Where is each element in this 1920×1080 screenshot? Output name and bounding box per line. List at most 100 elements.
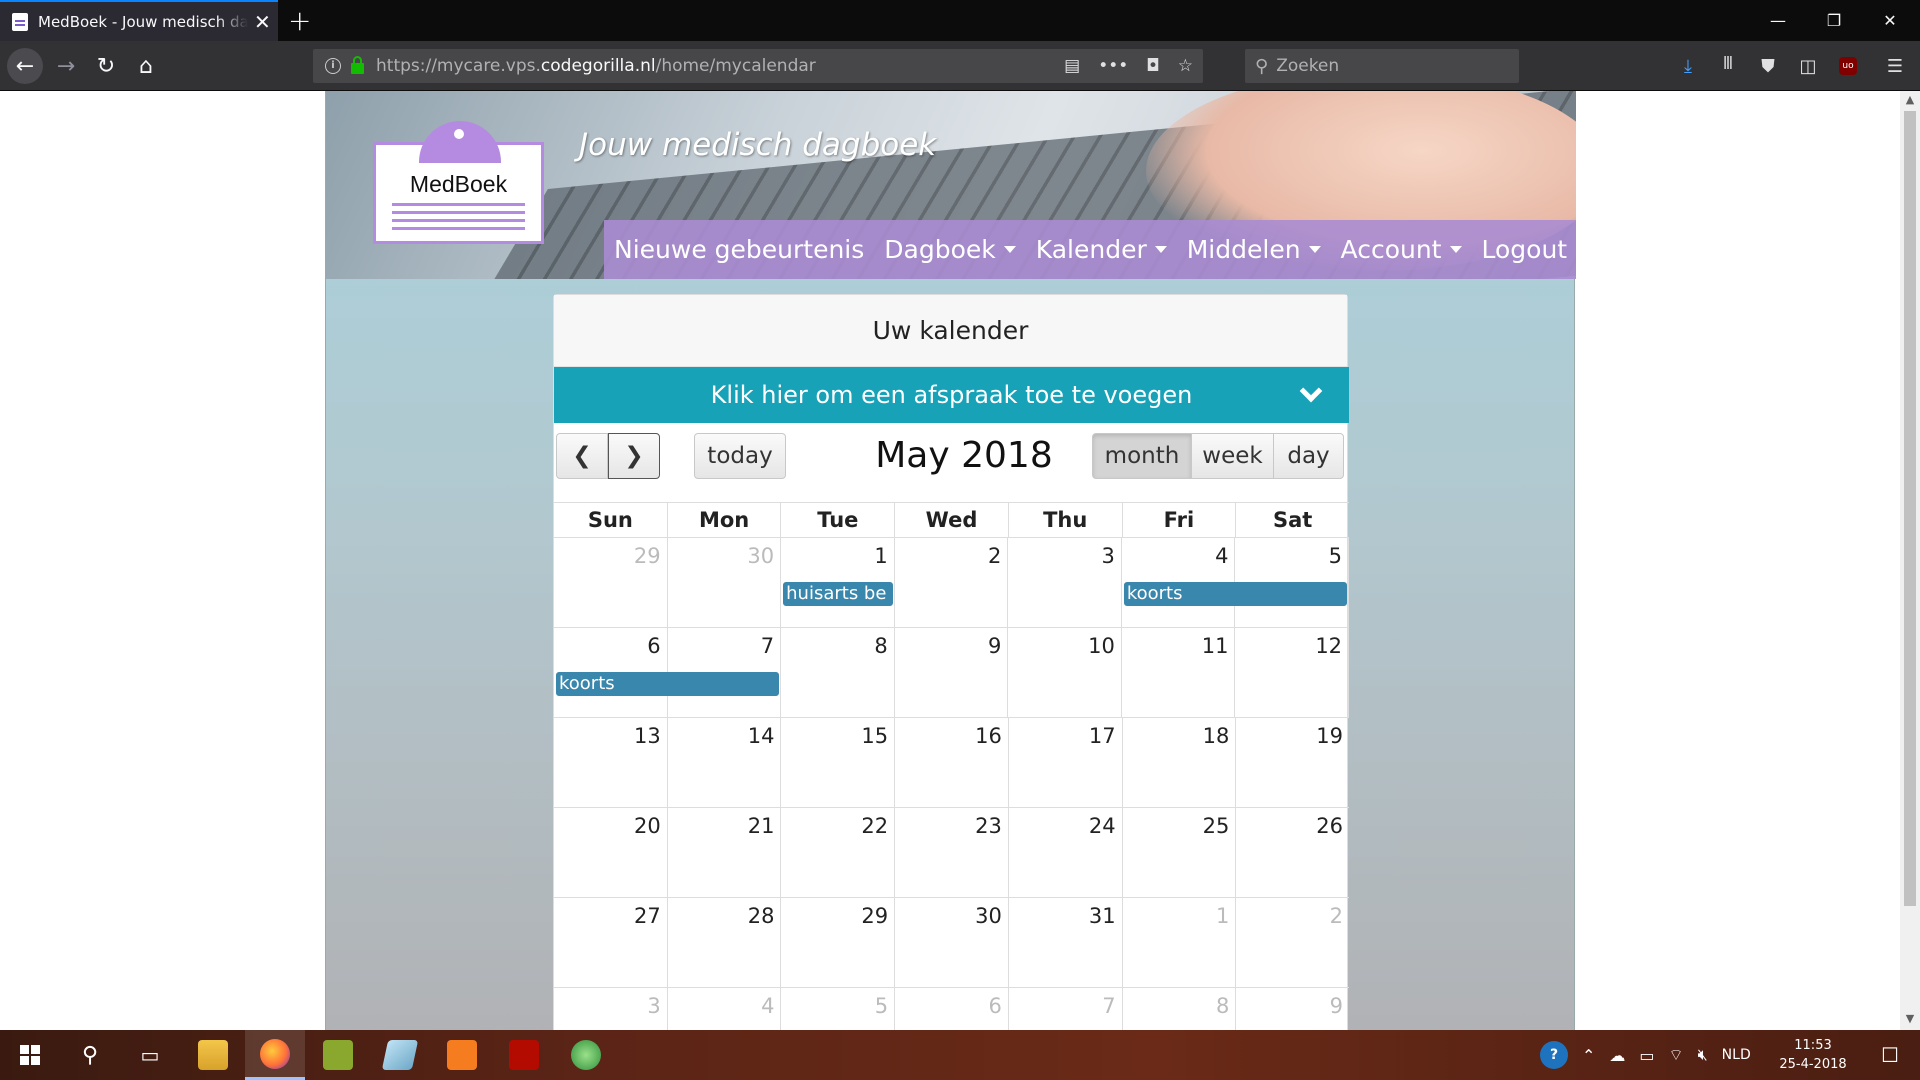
calendar-day-cell[interactable]: 1 — [1123, 898, 1237, 987]
calendar-day-cell[interactable]: 26 — [1236, 808, 1349, 897]
calendar-day-cell[interactable]: 6 — [895, 988, 1009, 1030]
calendar-day-cell[interactable]: 23 — [895, 808, 1009, 897]
search-taskbar-icon[interactable]: ⚲ — [60, 1030, 120, 1080]
restore-icon[interactable]: ❐ — [1804, 0, 1864, 41]
notepad-plus-icon[interactable] — [308, 1030, 368, 1080]
nav-logout[interactable]: Logout — [1482, 235, 1568, 264]
calendar-day-cell[interactable]: 21 — [668, 808, 782, 897]
start-button[interactable] — [0, 1030, 60, 1080]
menu-icon[interactable]: ☰ — [1880, 51, 1910, 81]
window-close-icon[interactable]: ✕ — [1860, 0, 1920, 41]
url-bar[interactable]: i https://mycare.vps.codegorilla.nl/home… — [313, 49, 1203, 83]
calendar-event[interactable]: koorts — [556, 672, 780, 696]
nav-account[interactable]: Account — [1341, 235, 1462, 264]
calendar-day-cell[interactable]: 9 — [1236, 988, 1349, 1030]
add-appointment-toggle[interactable]: Klik hier om een afspraak toe te voegen — [554, 367, 1349, 423]
search-input[interactable] — [1276, 56, 1497, 76]
task-view-icon[interactable]: ▭ — [120, 1030, 180, 1080]
calendar-event[interactable]: huisarts be — [783, 582, 893, 606]
next-month-button[interactable]: ❯ — [608, 433, 660, 479]
calendar-day-cell[interactable]: 2 — [895, 538, 1009, 627]
app-globe-icon[interactable] — [556, 1030, 616, 1080]
calendar-day-cell[interactable]: 9 — [895, 628, 1009, 717]
back-icon[interactable]: ← — [7, 48, 43, 84]
minimize-icon[interactable]: — — [1748, 0, 1808, 41]
url-text[interactable]: https://mycare.vps.codegorilla.nl/home/m… — [376, 56, 816, 76]
calendar-day-cell[interactable]: 15 — [781, 718, 896, 807]
search-bar[interactable]: ⚲ — [1245, 49, 1519, 83]
site-info-icon[interactable]: i — [325, 58, 341, 74]
calendar-day-cell[interactable]: 17 — [1009, 718, 1123, 807]
help-icon[interactable]: ? — [1540, 1041, 1568, 1069]
page-actions-icon[interactable]: ••• — [1098, 56, 1128, 76]
calendar-day-cell[interactable]: 13 — [554, 718, 668, 807]
calendar-day-cell[interactable]: 29 — [554, 538, 668, 627]
cloud-icon[interactable]: ☁ — [1609, 1046, 1625, 1065]
calendar-day-cell[interactable]: 19 — [1236, 718, 1349, 807]
calendar-day-cell[interactable]: 22 — [781, 808, 896, 897]
download-icon[interactable]: ⤓ — [1673, 51, 1703, 81]
calendar-day-cell[interactable]: 30 — [895, 898, 1009, 987]
file-explorer-icon[interactable] — [183, 1030, 243, 1080]
notifications-icon[interactable]: ☐ — [1860, 1030, 1920, 1080]
calendar-event[interactable]: koorts — [1123, 582, 1347, 606]
page-scrollbar[interactable]: ▲ ▼ — [1900, 91, 1920, 1030]
ublock-icon[interactable]: uo — [1833, 51, 1863, 81]
calendar-day-cell[interactable]: 11 — [1122, 628, 1236, 717]
sidebar-icon[interactable]: ◫ — [1793, 51, 1823, 81]
calendar-day-cell[interactable]: 28 — [668, 898, 782, 987]
calendar-day-cell[interactable]: 3 — [554, 988, 668, 1030]
volume-muted-icon[interactable]: 🔇︎ — [1698, 1045, 1708, 1065]
shield-icon[interactable]: ⛊ — [1753, 51, 1783, 81]
calendar-day-cell[interactable]: 7 — [1009, 988, 1123, 1030]
new-tab-icon[interactable]: + — [288, 4, 311, 37]
battery-icon[interactable]: ▭ — [1639, 1046, 1654, 1065]
reload-icon[interactable]: ↻ — [88, 48, 124, 84]
wifi-icon[interactable]: ⌔ — [1669, 1045, 1684, 1065]
month-view-button[interactable]: month — [1092, 433, 1192, 479]
prev-month-button[interactable]: ❮ — [556, 433, 608, 479]
library-icon[interactable]: 𝍫 — [1713, 51, 1743, 81]
calendar-day-cell[interactable]: 8 — [781, 628, 895, 717]
today-button[interactable]: today — [694, 433, 786, 479]
week-view-button[interactable]: week — [1191, 433, 1274, 479]
calendar-day-cell[interactable]: 31 — [1009, 898, 1123, 987]
reader-view-icon[interactable]: ▤ — [1064, 56, 1080, 76]
scroll-down-icon[interactable]: ▼ — [1900, 1012, 1920, 1028]
bookmark-star-icon[interactable]: ☆ — [1178, 56, 1193, 76]
calendar-day-cell[interactable]: 14 — [668, 718, 782, 807]
nav-dagboek[interactable]: Dagboek — [884, 235, 1016, 264]
browser-tab[interactable]: MedBoek - Jouw medisch dagboek ✕ — [0, 0, 278, 41]
calendar-day-cell[interactable]: 2 — [1236, 898, 1349, 987]
system-clock[interactable]: 11:53 25-4-2018 — [1773, 1036, 1853, 1074]
calendar-day-cell[interactable]: 4 — [668, 988, 782, 1030]
scroll-thumb[interactable] — [1904, 111, 1916, 906]
calendar-day-cell[interactable]: 12 — [1235, 628, 1350, 717]
calendar-day-cell[interactable]: 18 — [1123, 718, 1237, 807]
language-indicator[interactable]: NLD — [1722, 1047, 1751, 1063]
day-view-button[interactable]: day — [1273, 433, 1344, 479]
close-tab-icon[interactable]: ✕ — [254, 10, 271, 34]
calendar-day-cell[interactable]: 29 — [781, 898, 896, 987]
calendar-day-cell[interactable]: 20 — [554, 808, 668, 897]
calendar-day-cell[interactable]: 3 — [1008, 538, 1122, 627]
nav-new-event[interactable]: Nieuwe gebeurtenis — [614, 235, 864, 264]
editor-icon[interactable] — [370, 1030, 430, 1080]
home-icon[interactable]: ⌂ — [128, 48, 164, 84]
calendar-day-cell[interactable]: 30 — [668, 538, 782, 627]
calendar-day-cell[interactable]: 8 — [1123, 988, 1237, 1030]
chevron-up-icon[interactable]: ⌃ — [1582, 1046, 1595, 1065]
acrobat-icon[interactable] — [494, 1030, 554, 1080]
calendar-day-cell[interactable]: 24 — [1009, 808, 1123, 897]
calendar-day-cell[interactable]: 16 — [895, 718, 1009, 807]
calendar-day-cell[interactable]: 10 — [1008, 628, 1122, 717]
firefox-icon[interactable] — [245, 1030, 305, 1080]
forward-icon[interactable]: → — [48, 48, 84, 84]
nav-kalender[interactable]: Kalender — [1036, 235, 1167, 264]
calendar-day-cell[interactable]: 5 — [781, 988, 896, 1030]
scroll-up-icon[interactable]: ▲ — [1900, 93, 1920, 109]
site-logo[interactable]: MedBoek — [373, 121, 544, 244]
calendar-day-cell[interactable]: 25 — [1123, 808, 1237, 897]
pocket-icon[interactable]: ◘ — [1146, 56, 1159, 76]
calendar-day-cell[interactable]: 27 — [554, 898, 668, 987]
